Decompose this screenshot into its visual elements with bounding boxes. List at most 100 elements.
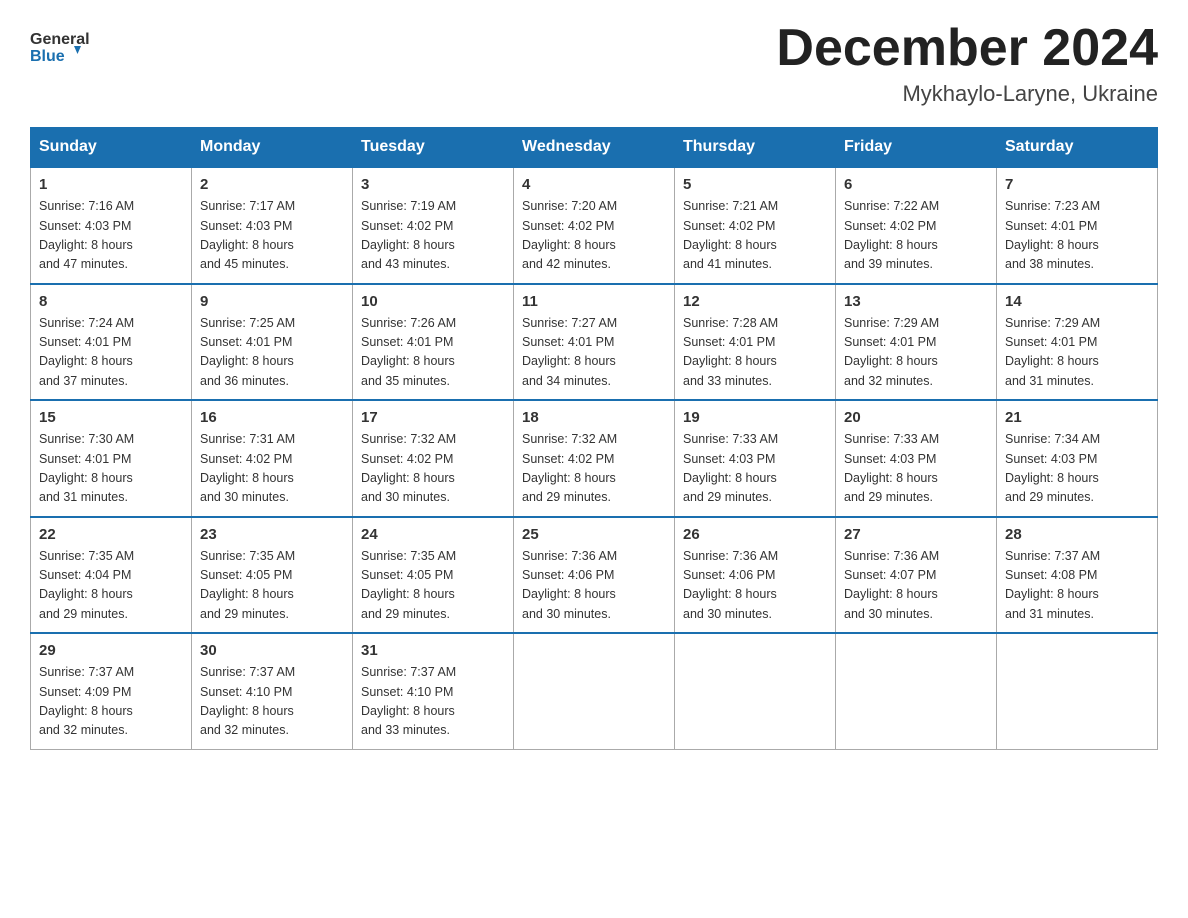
day-number: 21 [1005, 409, 1149, 426]
day-info: Sunrise: 7:37 AMSunset: 4:09 PMDaylight:… [39, 663, 183, 741]
day-number: 5 [683, 176, 827, 193]
day-info: Sunrise: 7:25 AMSunset: 4:01 PMDaylight:… [200, 314, 344, 392]
calendar-cell [836, 633, 997, 749]
calendar-cell: 29 Sunrise: 7:37 AMSunset: 4:09 PMDayligh… [31, 633, 192, 749]
calendar-cell: 15Sunrise: 7:30 AMSunset: 4:01 PMDayligh… [31, 400, 192, 517]
day-number: 8 [39, 293, 183, 310]
calendar-cell: 31 Sunrise: 7:37 AMSunset: 4:10 PMDayligh… [353, 633, 514, 749]
calendar-cell: 17 Sunrise: 7:32 AMSunset: 4:02 PMDayligh… [353, 400, 514, 517]
day-number: 31 [361, 642, 505, 659]
header-thursday: Thursday [675, 128, 836, 168]
calendar-cell: 22 Sunrise: 7:35 AMSunset: 4:04 PMDayligh… [31, 517, 192, 634]
calendar-cell [514, 633, 675, 749]
calendar-cell: 19 Sunrise: 7:33 AMSunset: 4:03 PMDayligh… [675, 400, 836, 517]
day-info: Sunrise: 7:35 AMSunset: 4:04 PMDaylight:… [39, 547, 183, 625]
calendar-cell: 7 Sunrise: 7:23 AMSunset: 4:01 PMDaylight… [997, 167, 1158, 284]
day-info: Sunrise: 7:33 AMSunset: 4:03 PMDaylight:… [844, 430, 988, 508]
day-number: 17 [361, 409, 505, 426]
calendar-week-5: 29 Sunrise: 7:37 AMSunset: 4:09 PMDayligh… [31, 633, 1158, 749]
day-info: Sunrise: 7:35 AMSunset: 4:05 PMDaylight:… [200, 547, 344, 625]
day-info: Sunrise: 7:23 AMSunset: 4:01 PMDaylight:… [1005, 197, 1149, 275]
calendar-cell: 24Sunrise: 7:35 AMSunset: 4:05 PMDayligh… [353, 517, 514, 634]
day-number: 15 [39, 409, 183, 426]
day-number: 14 [1005, 293, 1149, 310]
svg-text:Blue: Blue [30, 48, 65, 65]
calendar-cell: 28Sunrise: 7:37 AMSunset: 4:08 PMDayligh… [997, 517, 1158, 634]
day-info: Sunrise: 7:31 AMSunset: 4:02 PMDaylight:… [200, 430, 344, 508]
calendar-week-1: 1Sunrise: 7:16 AMSunset: 4:03 PMDaylight… [31, 167, 1158, 284]
calendar-cell [675, 633, 836, 749]
day-number: 9 [200, 293, 344, 310]
day-info: Sunrise: 7:16 AMSunset: 4:03 PMDaylight:… [39, 197, 183, 275]
page-header: General Blue December 2024 Mykhaylo-Lary… [30, 20, 1158, 107]
calendar-cell: 4Sunrise: 7:20 AMSunset: 4:02 PMDaylight… [514, 167, 675, 284]
day-number: 19 [683, 409, 827, 426]
calendar-cell: 8 Sunrise: 7:24 AMSunset: 4:01 PMDaylight… [31, 284, 192, 401]
day-info: Sunrise: 7:32 AMSunset: 4:02 PMDaylight:… [361, 430, 505, 508]
calendar-cell: 18 Sunrise: 7:32 AMSunset: 4:02 PMDayligh… [514, 400, 675, 517]
day-info: Sunrise: 7:32 AMSunset: 4:02 PMDaylight:… [522, 430, 666, 508]
logo: General Blue [30, 20, 90, 75]
day-number: 11 [522, 293, 666, 310]
day-info: Sunrise: 7:28 AMSunset: 4:01 PMDaylight:… [683, 314, 827, 392]
day-number: 20 [844, 409, 988, 426]
calendar-cell: 21 Sunrise: 7:34 AMSunset: 4:03 PMDayligh… [997, 400, 1158, 517]
day-number: 13 [844, 293, 988, 310]
day-info: Sunrise: 7:19 AMSunset: 4:02 PMDaylight:… [361, 197, 505, 275]
day-info: Sunrise: 7:24 AMSunset: 4:01 PMDaylight:… [39, 314, 183, 392]
day-info: Sunrise: 7:29 AMSunset: 4:01 PMDaylight:… [1005, 314, 1149, 392]
day-number: 29 [39, 642, 183, 659]
calendar-cell: 3 Sunrise: 7:19 AMSunset: 4:02 PMDaylight… [353, 167, 514, 284]
day-number: 7 [1005, 176, 1149, 193]
calendar-cell: 30 Sunrise: 7:37 AMSunset: 4:10 PMDayligh… [192, 633, 353, 749]
calendar-cell: 2 Sunrise: 7:17 AMSunset: 4:03 PMDaylight… [192, 167, 353, 284]
day-number: 2 [200, 176, 344, 193]
header-friday: Friday [836, 128, 997, 168]
day-number: 12 [683, 293, 827, 310]
calendar-cell: 16Sunrise: 7:31 AMSunset: 4:02 PMDayligh… [192, 400, 353, 517]
day-number: 3 [361, 176, 505, 193]
calendar-cell [997, 633, 1158, 749]
calendar-subtitle: Mykhaylo-Laryne, Ukraine [776, 81, 1158, 107]
day-number: 22 [39, 526, 183, 543]
header-sunday: Sunday [31, 128, 192, 168]
day-number: 6 [844, 176, 988, 193]
day-info: Sunrise: 7:33 AMSunset: 4:03 PMDaylight:… [683, 430, 827, 508]
day-info: Sunrise: 7:26 AMSunset: 4:01 PMDaylight:… [361, 314, 505, 392]
calendar-title: December 2024 [776, 20, 1158, 77]
calendar-cell: 6 Sunrise: 7:22 AMSunset: 4:02 PMDaylight… [836, 167, 997, 284]
day-info: Sunrise: 7:20 AMSunset: 4:02 PMDaylight:… [522, 197, 666, 275]
header-tuesday: Tuesday [353, 128, 514, 168]
calendar-table: Sunday Monday Tuesday Wednesday Thursday… [30, 127, 1158, 750]
title-section: December 2024 Mykhaylo-Laryne, Ukraine [776, 20, 1158, 107]
day-info: Sunrise: 7:34 AMSunset: 4:03 PMDaylight:… [1005, 430, 1149, 508]
day-number: 23 [200, 526, 344, 543]
day-info: Sunrise: 7:22 AMSunset: 4:02 PMDaylight:… [844, 197, 988, 275]
day-info: Sunrise: 7:17 AMSunset: 4:03 PMDaylight:… [200, 197, 344, 275]
day-number: 27 [844, 526, 988, 543]
calendar-cell: 11 Sunrise: 7:27 AMSunset: 4:01 PMDayligh… [514, 284, 675, 401]
calendar-cell: 9 Sunrise: 7:25 AMSunset: 4:01 PMDaylight… [192, 284, 353, 401]
header-saturday: Saturday [997, 128, 1158, 168]
day-number: 25 [522, 526, 666, 543]
header-wednesday: Wednesday [514, 128, 675, 168]
day-info: Sunrise: 7:37 AMSunset: 4:08 PMDaylight:… [1005, 547, 1149, 625]
day-info: Sunrise: 7:37 AMSunset: 4:10 PMDaylight:… [200, 663, 344, 741]
day-info: Sunrise: 7:35 AMSunset: 4:05 PMDaylight:… [361, 547, 505, 625]
header-monday: Monday [192, 128, 353, 168]
day-number: 18 [522, 409, 666, 426]
header-row: Sunday Monday Tuesday Wednesday Thursday… [31, 128, 1158, 168]
calendar-week-4: 22 Sunrise: 7:35 AMSunset: 4:04 PMDayligh… [31, 517, 1158, 634]
day-number: 26 [683, 526, 827, 543]
day-info: Sunrise: 7:36 AMSunset: 4:07 PMDaylight:… [844, 547, 988, 625]
day-info: Sunrise: 7:27 AMSunset: 4:01 PMDaylight:… [522, 314, 666, 392]
calendar-week-3: 15Sunrise: 7:30 AMSunset: 4:01 PMDayligh… [31, 400, 1158, 517]
svg-text:General: General [30, 31, 90, 48]
day-number: 30 [200, 642, 344, 659]
calendar-cell: 5 Sunrise: 7:21 AMSunset: 4:02 PMDaylight… [675, 167, 836, 284]
day-info: Sunrise: 7:29 AMSunset: 4:01 PMDaylight:… [844, 314, 988, 392]
day-number: 10 [361, 293, 505, 310]
calendar-cell: 26Sunrise: 7:36 AMSunset: 4:06 PMDayligh… [675, 517, 836, 634]
day-info: Sunrise: 7:21 AMSunset: 4:02 PMDaylight:… [683, 197, 827, 275]
day-info: Sunrise: 7:37 AMSunset: 4:10 PMDaylight:… [361, 663, 505, 741]
